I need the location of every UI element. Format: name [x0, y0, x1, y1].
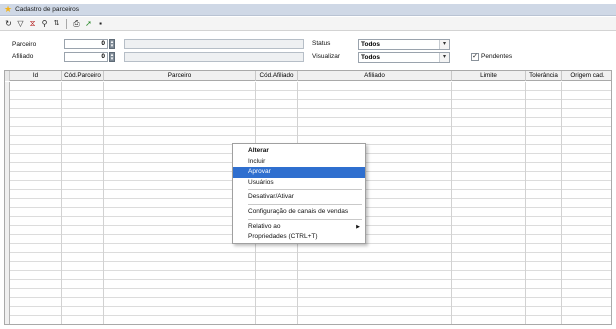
column-divider [561, 82, 562, 324]
pendentes-label: Pendentes [481, 53, 513, 60]
submenu-arrow-icon: ▶ [356, 223, 360, 230]
menu-item-configuracao-canais[interactable]: Configuração de canais de vendas [233, 207, 365, 218]
column-header-id[interactable]: Id [10, 71, 62, 81]
column-divider [103, 82, 104, 324]
save-icon[interactable]: ▪ [96, 19, 105, 29]
parceiro-label: Parceiro [12, 41, 37, 48]
status-select[interactable]: Todos ▾ [358, 39, 450, 50]
print-icon[interactable]: ⎙ [72, 19, 81, 29]
column-header-cod-parceiro[interactable]: Cód.Parceiro [62, 71, 104, 81]
menu-item-incluir[interactable]: Incluir [233, 157, 365, 168]
window-title-bar: ★ Cadastro de parceiros [0, 4, 616, 16]
visualizar-label: Visualizar [312, 53, 341, 60]
afiliado-label: Afiliado [12, 53, 34, 60]
search-icon[interactable]: ⚲ [40, 19, 49, 29]
row-selector-column[interactable] [5, 82, 10, 324]
status-select-value: Todos [361, 41, 381, 48]
context-menu: Alterar Incluir Aprovar Usuários Desativ… [232, 143, 366, 244]
parceiro-code-input[interactable]: 0 [64, 39, 108, 49]
column-header-cod-afiliado[interactable]: Cód.Afiliado [256, 71, 298, 81]
pendentes-checkbox[interactable]: ✓ [471, 53, 479, 61]
status-label: Status [312, 40, 331, 47]
clear-filter-icon[interactable]: ⧖ [28, 19, 37, 29]
toolbar: ↻ ▽ ⧖ ⚲ ⇅ ⎙ ➚ ▪ [0, 17, 616, 31]
star-icon: ★ [4, 4, 13, 14]
visualizar-select[interactable]: Todos ▾ [358, 52, 450, 63]
chevron-down-icon[interactable]: ▾ [439, 53, 449, 62]
visualizar-select-value: Todos [361, 54, 381, 61]
column-divider [525, 82, 526, 324]
column-divider [451, 82, 452, 324]
afiliado-lookup-button[interactable]: ▴ ▾ [109, 52, 115, 62]
menu-item-alterar[interactable]: Alterar [233, 146, 365, 157]
chevron-down-icon[interactable]: ▾ [439, 40, 449, 49]
menu-item-aprovar[interactable]: Aprovar [233, 167, 365, 178]
afiliado-name-field [124, 52, 304, 62]
parceiro-lookup-button[interactable]: ▴ ▾ [109, 39, 115, 49]
column-header-tolerancia[interactable]: Tolerância [526, 71, 562, 81]
parceiro-name-field [124, 39, 304, 49]
filter-panel: Parceiro 0 ▴ ▾ Afiliado 0 ▴ ▾ Status Todos… [0, 32, 616, 70]
toolbar-separator [66, 18, 67, 29]
column-header-limite[interactable]: Limite [452, 71, 526, 81]
menu-item-propriedades[interactable]: Propriedades (CTRL+T) [233, 232, 365, 243]
column-header-afiliado[interactable]: Afiliado [298, 71, 452, 81]
window-title: Cadastro de parceiros [15, 6, 80, 13]
column-header-parceiro[interactable]: Parceiro [104, 71, 256, 81]
menu-item-usuarios[interactable]: Usuários [233, 178, 365, 189]
filter-icon[interactable]: ▽ [16, 19, 25, 29]
menu-item-relativo-ao-label: Relativo ao [248, 222, 281, 230]
sort-icon[interactable]: ⇅ [52, 19, 61, 29]
afiliado-code-input[interactable]: 0 [64, 52, 108, 62]
refresh-icon[interactable]: ↻ [4, 19, 13, 29]
export-icon[interactable]: ➚ [84, 19, 93, 29]
grid-header: Id Cód.Parceiro Parceiro Cód.Afiliado Af… [5, 71, 611, 81]
column-header-origem-cad[interactable]: Origem cad. [562, 71, 611, 81]
column-divider [61, 82, 62, 324]
menu-item-desativar-ativar[interactable]: Desativar/Ativar [233, 192, 365, 203]
menu-item-relativo-ao[interactable]: Relativo ao ▶ [233, 222, 365, 233]
